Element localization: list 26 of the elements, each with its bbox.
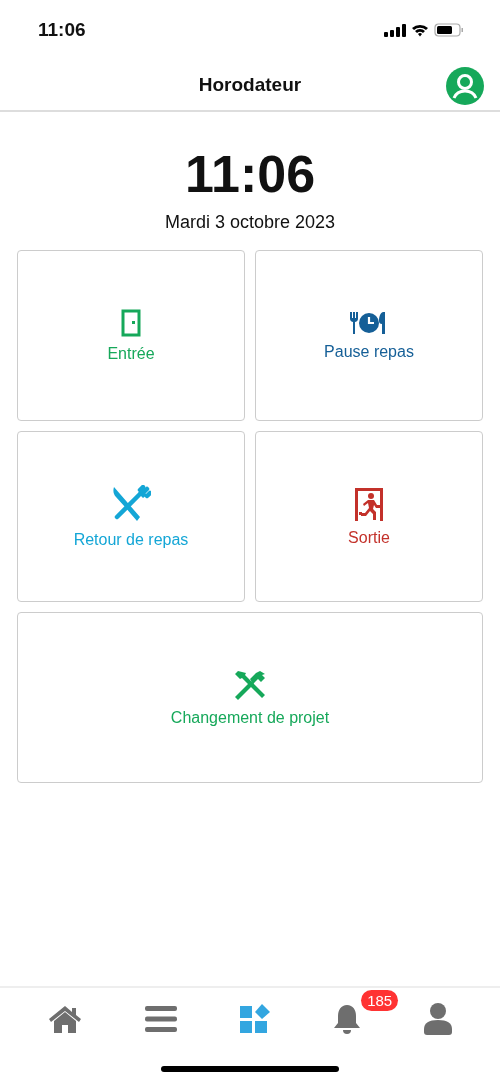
signal-icon: [384, 23, 406, 37]
status-time: 11:06: [38, 19, 86, 41]
home-icon: [47, 1005, 82, 1033]
battery-icon: [434, 23, 464, 37]
clock-time: 11:06: [183, 144, 317, 204]
screen-title: Horodateur: [198, 74, 302, 96]
action-tile[interactable]: Entrée: [17, 250, 245, 421]
menu-icon: [144, 1006, 177, 1032]
action-tile[interactable]: Pause repas: [255, 250, 483, 421]
tab-bar-item[interactable]: [424, 1002, 453, 1036]
profile-icon[interactable]: [446, 67, 484, 105]
action-tile[interactable]: Changement de projet: [17, 612, 483, 783]
action-tile[interactable]: Sortie: [255, 431, 483, 602]
user-icon: [424, 1003, 453, 1035]
knife-fork-icon: [111, 484, 151, 523]
wifi-icon: [411, 23, 429, 37]
hammer-wrench-icon: [233, 668, 267, 701]
emergency-exit-icon: [354, 486, 384, 521]
tab-bar-item[interactable]: [333, 1002, 362, 1036]
notification-badge: 185: [361, 990, 399, 1011]
action-tile[interactable]: Retour de repas: [17, 431, 245, 602]
apps-icon: [239, 1004, 270, 1034]
door-icon: [121, 308, 141, 337]
tab-bar-item[interactable]: [239, 1002, 270, 1036]
bell-icon: [333, 1003, 362, 1035]
date-label: Mardi 3 octobre 2023: [163, 212, 337, 233]
